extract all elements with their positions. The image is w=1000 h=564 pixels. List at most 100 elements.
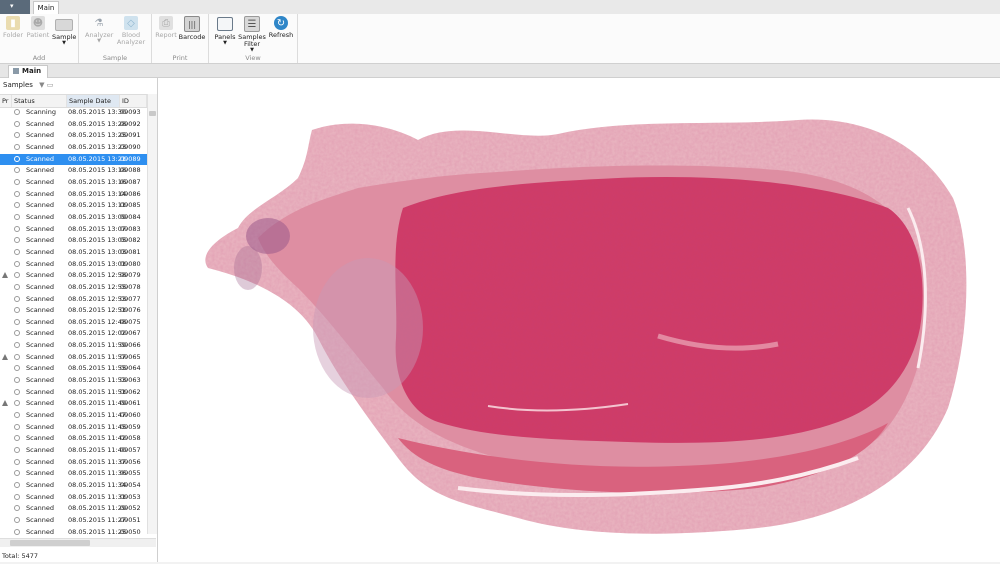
horizontal-scrollbar[interactable] xyxy=(0,538,156,547)
table-row[interactable]: Scanned 08.05.2015 11:36 09055 xyxy=(0,468,147,480)
samples-filter-button[interactable]: ☰ Samples Filter ▼ xyxy=(238,16,266,53)
table-row[interactable]: Scanned 08.05.2015 11:42 09058 xyxy=(0,433,147,445)
sample-date-cell: 08.05.2015 13:05 xyxy=(68,236,127,245)
id-cell: 09092 xyxy=(120,119,141,128)
id-cell: 09050 xyxy=(120,527,141,536)
id-cell: 09086 xyxy=(120,189,141,198)
status-icon xyxy=(14,505,20,512)
app-menu-button[interactable]: ▾ xyxy=(0,0,30,14)
table-row[interactable]: Scanned 08.05.2015 13:11 09085 xyxy=(0,200,147,212)
status-icon xyxy=(14,178,20,185)
microscope-icon: ⚗ xyxy=(94,17,104,29)
status-cell: Scanned xyxy=(14,328,68,340)
id-cell: 09081 xyxy=(120,247,141,256)
refresh-button[interactable]: ↻ Refresh xyxy=(267,16,295,39)
table-row[interactable]: Scanned 08.05.2015 13:23 09090 xyxy=(0,142,147,154)
scrollbar-thumb[interactable] xyxy=(149,111,156,116)
scrollbar-thumb[interactable] xyxy=(10,540,90,546)
table-row[interactable]: Scanned 08.05.2015 11:40 09057 xyxy=(0,445,147,457)
slide-viewer[interactable] xyxy=(158,78,1000,562)
table-row[interactable]: Scanned 08.05.2015 13:16 09087 xyxy=(0,177,147,189)
status-cell: Scanned xyxy=(14,503,68,515)
column-header-status[interactable]: Status xyxy=(12,95,67,107)
table-row[interactable]: Scanned 08.05.2015 12:02 09067 xyxy=(0,328,147,340)
table-row[interactable]: Scanned 08.05.2015 11:34 09054 xyxy=(0,480,147,492)
sample-date-cell: 08.05.2015 11:27 xyxy=(68,515,127,524)
id-cell: 09067 xyxy=(120,329,141,338)
table-row[interactable]: Scanned 08.05.2015 11:47 09060 xyxy=(0,410,147,422)
table-row[interactable]: Scanning 08.05.2015 13:30 09093 xyxy=(0,107,147,119)
table-row[interactable]: Scanned 08.05.2015 11:49 09061 xyxy=(0,398,147,410)
table-row[interactable]: Scanned 08.05.2015 13:25 09091 xyxy=(0,130,147,142)
sample-date-cell: 08.05.2015 13:07 xyxy=(68,224,127,233)
status-icon xyxy=(14,330,20,337)
sample-date-cell: 08.05.2015 13:16 xyxy=(68,177,127,186)
status-cell: Scanned xyxy=(14,515,68,527)
column-header-sample-date[interactable]: Sample Date xyxy=(67,95,120,107)
report-button[interactable]: ⎙ Report xyxy=(154,16,178,39)
table-row[interactable]: Scanned 08.05.2015 11:27 09051 xyxy=(0,515,147,527)
table-row[interactable]: Scanned 08.05.2015 12:53 09077 xyxy=(0,294,147,306)
status-cell: Scanned xyxy=(14,352,68,364)
ribbon-group-sample: ⚗ Analyzer ▼ ◇ Blood Analyzer Sample xyxy=(79,14,152,63)
table-row[interactable]: Scanned 08.05.2015 12:55 09078 xyxy=(0,282,147,294)
vertical-scrollbar[interactable] xyxy=(147,94,157,534)
table-row[interactable]: Scanned 08.05.2015 13:21 09089 xyxy=(0,153,147,166)
table-row[interactable]: Scanned 08.05.2015 13:09 09084 xyxy=(0,212,147,224)
table-row[interactable]: Scanned 08.05.2015 11:53 09063 xyxy=(0,375,147,387)
table-row[interactable]: Scanned 08.05.2015 11:37 09056 xyxy=(0,457,147,469)
table-row[interactable]: Scanned 08.05.2015 11:59 09066 xyxy=(0,340,147,352)
sample-date-cell: 08.05.2015 12:51 xyxy=(68,306,127,315)
barcode-icon: ||| xyxy=(184,16,200,32)
samples-table-header: Pr Status Sample Date ID xyxy=(0,94,147,108)
id-cell: 09066 xyxy=(120,341,141,350)
id-cell: 09077 xyxy=(120,294,141,303)
table-row[interactable]: Scanned 08.05.2015 11:25 09050 xyxy=(0,527,147,537)
table-row[interactable]: Scanned 08.05.2015 11:31 09053 xyxy=(0,492,147,504)
barcode-button[interactable]: ||| Barcode xyxy=(178,16,206,41)
filter-icon[interactable]: ▼ xyxy=(39,81,44,89)
sample-date-cell: 08.05.2015 11:31 xyxy=(68,492,127,501)
group-label-view: View xyxy=(245,54,261,62)
table-row[interactable]: Scanned 08.05.2015 13:07 09083 xyxy=(0,224,147,236)
patient-button[interactable]: ☻ Patient xyxy=(26,16,50,39)
ribbon-tab-main[interactable]: Main xyxy=(33,1,59,15)
table-row[interactable]: Scanned 08.05.2015 13:18 09088 xyxy=(0,165,147,177)
table-row[interactable]: Scanned 08.05.2015 11:55 09064 xyxy=(0,363,147,375)
table-row[interactable]: Scanned 08.05.2015 12:48 09075 xyxy=(0,317,147,329)
status-icon xyxy=(14,109,20,115)
table-row[interactable]: Scanned 08.05.2015 11:29 09052 xyxy=(0,503,147,515)
table-row[interactable]: Scanned 08.05.2015 11:57 09065 xyxy=(0,352,147,364)
status-icon xyxy=(14,248,20,255)
status-cell: Scanned xyxy=(14,119,68,131)
sample-date-cell: 08.05.2015 13:28 xyxy=(68,119,127,128)
table-row[interactable]: Scanned 08.05.2015 12:58 09079 xyxy=(0,270,147,282)
blood-analyzer-button[interactable]: ◇ Blood Analyzer xyxy=(115,16,147,46)
patient-icon: ☻ xyxy=(31,16,45,30)
sample-date-cell: 08.05.2015 12:53 xyxy=(68,294,127,303)
status-cell: Scanned xyxy=(14,340,68,352)
table-row[interactable]: Scanned 08.05.2015 13:14 09086 xyxy=(0,189,147,201)
column-header-priority[interactable]: Pr xyxy=(0,95,12,107)
panels-button[interactable]: Panels ▼ xyxy=(213,16,237,46)
sample-button[interactable]: Sample ▼ xyxy=(52,16,76,46)
analyzer-button[interactable]: ⚗ Analyzer ▼ xyxy=(85,16,113,44)
chevron-down-icon: ▼ xyxy=(97,38,101,44)
folder-button[interactable]: ▮ Folder xyxy=(3,16,23,39)
table-row[interactable]: Scanned 08.05.2015 13:01 09080 xyxy=(0,259,147,271)
table-row[interactable]: Scanned 08.05.2015 13:05 09082 xyxy=(0,235,147,247)
clear-filter-icon[interactable]: ▭ xyxy=(47,81,54,89)
table-row[interactable]: Scanned 08.05.2015 11:45 09059 xyxy=(0,422,147,434)
table-row[interactable]: Scanned 08.05.2015 12:51 09076 xyxy=(0,305,147,317)
sample-date-cell: 08.05.2015 12:55 xyxy=(68,282,127,291)
doc-tab-main[interactable]: Main xyxy=(8,65,49,78)
column-header-id[interactable]: ID xyxy=(120,95,147,107)
status-icon xyxy=(14,213,20,220)
table-row[interactable]: Scanned 08.05.2015 13:03 09081 xyxy=(0,247,147,259)
status-icon xyxy=(14,202,20,209)
table-row[interactable]: Scanned 08.05.2015 11:51 09062 xyxy=(0,387,147,399)
status-cell: Scanned xyxy=(14,527,68,537)
table-row[interactable]: Scanned 08.05.2015 13:28 09092 xyxy=(0,119,147,131)
warning-icon xyxy=(2,272,8,279)
status-icon xyxy=(14,377,20,384)
